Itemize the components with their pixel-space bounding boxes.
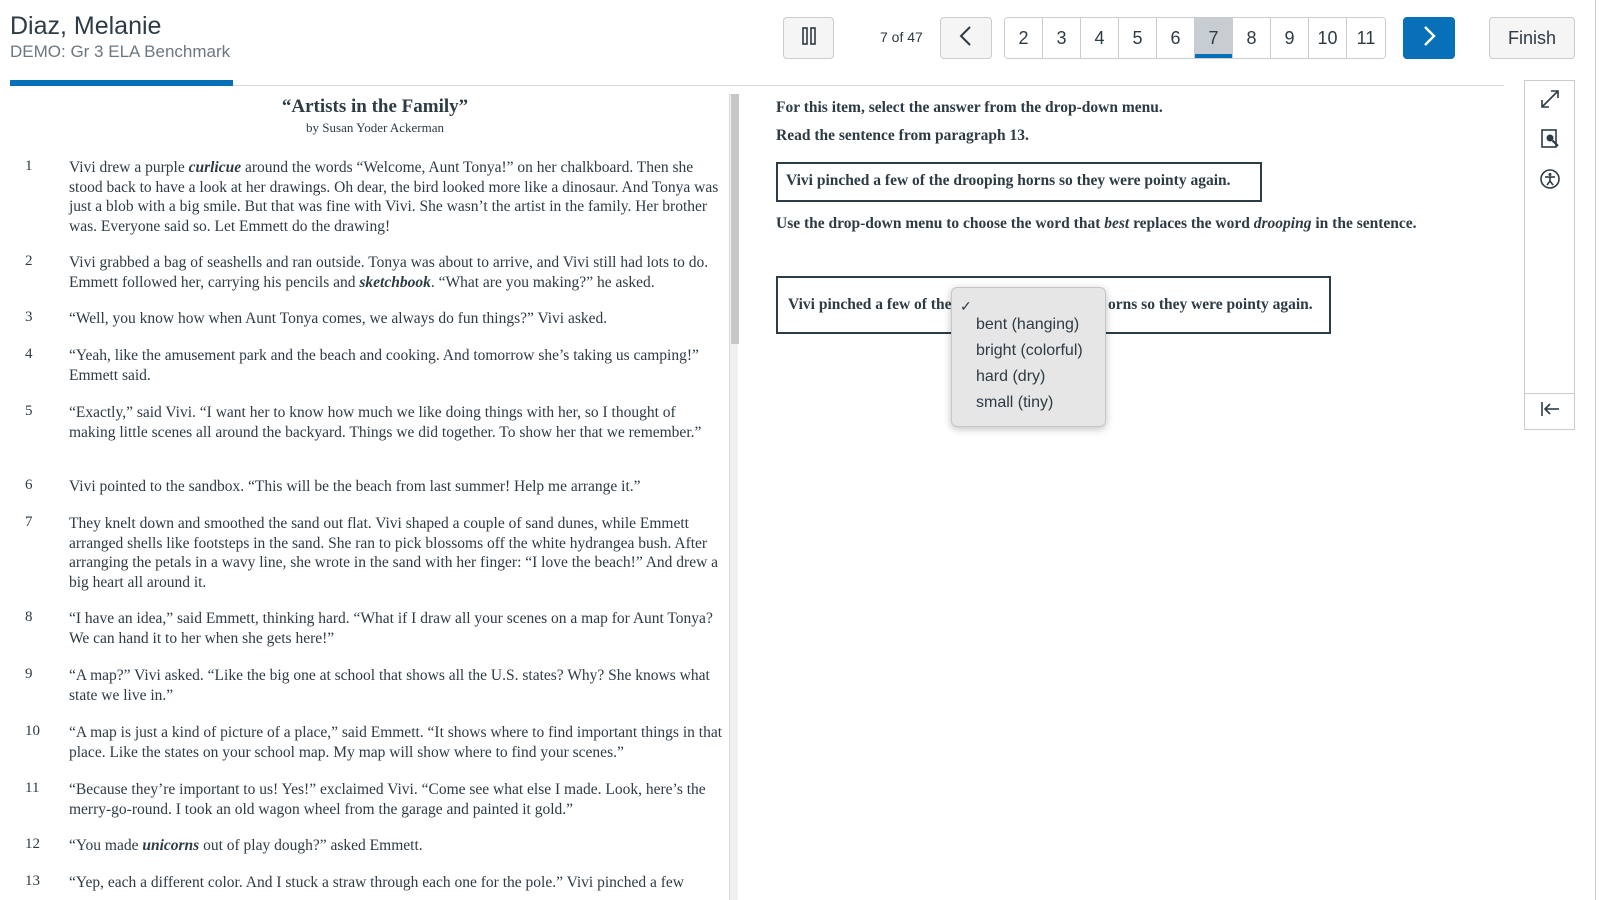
tools-panel [1525,80,1575,430]
page-button-2[interactable]: 2 [1005,18,1043,58]
magnifier-icon [1539,128,1561,155]
paragraph-number: 12 [25,836,40,852]
paragraph-text: “You made unicorns out of play dough?” a… [69,837,423,854]
paragraph-text: Vivi grabbed a bag of seashells and ran … [69,254,709,291]
paragraph-number: 3 [25,309,33,325]
page-button-10[interactable]: 10 [1309,18,1347,58]
passage-title: “Artists in the Family” [281,96,469,117]
paragraph-text: “Exactly,” said Vivi. “I want her to kno… [69,404,702,441]
pause-button[interactable] [783,17,834,59]
paragraph-text: “Because they’re important to us! Yes!” … [69,781,706,818]
paragraph-number: 13 [25,873,40,889]
paragraph-text: “A map is just a kind of picture of a pl… [69,724,723,761]
page-navigation: 2 3 4 5 6 7 8 9 10 11 [1004,17,1386,59]
accessibility-button[interactable] [1538,168,1562,195]
paragraph-number: 10 [25,723,40,739]
paragraph-number: 11 [25,780,40,796]
paragraph-text: “A map?” Vivi asked. “Like the big one a… [69,667,710,704]
magnifier-button[interactable] [1538,128,1562,155]
checkmark-icon: ✓ [960,298,972,314]
passage-scrollbar[interactable] [729,94,739,900]
paragraph-number: 6 [25,477,33,493]
page-button-4[interactable]: 4 [1081,18,1119,58]
previous-button[interactable] [940,17,992,59]
question-read-prompt: Read the sentence from paragraph 13. [776,127,1029,144]
paragraph-text: Vivi drew a purple curlicue around the w… [69,159,719,235]
chevron-left-icon [958,25,974,52]
paragraph-text: “Yeah, like the amusement park and the b… [69,347,699,384]
reading-passage[interactable]: “Artists in the Family” by Susan Yoder A… [0,94,728,900]
page-button-6[interactable]: 6 [1157,18,1195,58]
collapse-panel-icon [1539,398,1561,425]
student-name: Diaz, Melanie [10,12,162,40]
passage-scroll-thumb[interactable] [731,94,739,344]
paragraph-text: “Well, you know how when Aunt Tonya come… [69,310,608,327]
question-instruction: For this item, select the answer from th… [776,99,1163,116]
prompt-suffix: in the sentence. [1311,215,1417,232]
paragraph-text: “I have an idea,” said Emmett, thinking … [69,610,713,647]
finish-button[interactable]: Finish [1489,17,1575,59]
chevron-right-icon [1421,25,1437,52]
paragraph-number: 9 [25,666,33,682]
paragraph-number: 1 [25,158,33,174]
pause-icon [800,26,818,50]
window-edge [1595,0,1596,900]
page-button-9[interactable]: 9 [1271,18,1309,58]
page-button-7-current[interactable]: 7 [1195,18,1233,58]
accessibility-icon [1539,168,1561,195]
progress-track [10,85,1504,86]
dropdown-option-bent[interactable]: bent (hanging) [976,316,1079,334]
paragraph-number: 2 [25,253,33,269]
dropdown-option-hard[interactable]: hard (dry) [976,368,1045,386]
page-button-5[interactable]: 5 [1119,18,1157,58]
page-button-8[interactable]: 8 [1233,18,1271,58]
dropdown-option-small[interactable]: small (tiny) [976,394,1053,412]
dropdown-option-bright[interactable]: bright (colorful) [976,342,1083,360]
page-button-3[interactable]: 3 [1043,18,1081,58]
paragraph-text: They knelt down and smoothed the sand ou… [69,515,719,591]
test-name: DEMO: Gr 3 ELA Benchmark [10,42,231,61]
paragraph-number: 7 [25,514,33,530]
passage-author: by Susan Yoder Ackerman [306,120,444,135]
tools-separator [1525,393,1575,394]
question-prompt: Use the drop-down menu to choose the wor… [776,215,1417,233]
next-button[interactable] [1403,17,1455,59]
question-pane: For this item, select the answer from th… [740,94,1520,900]
prompt-emphasis-drooping: drooping [1253,215,1312,232]
expand-icon [1539,88,1561,115]
quoted-sentence: Vivi pinched a few of the drooping horns… [776,162,1262,202]
page-button-11[interactable]: 11 [1347,18,1385,58]
paragraph-number: 8 [25,609,33,625]
prompt-prefix: Use the drop-down menu to choose the wor… [776,215,1105,232]
paragraph-number: 4 [25,346,33,362]
prompt-middle: replaces the word [1129,215,1254,232]
answer-sentence-end: orns so they were pointy again. [1108,296,1313,313]
page-count: 7 of 47 [880,29,923,45]
prompt-emphasis-best: best [1104,215,1130,232]
paragraph-text: Vivi pointed to the sandbox. “This will … [69,478,641,495]
paragraph-number: 5 [25,403,33,419]
progress-bar-fill [10,80,233,86]
paragraph-text: “Yep, each a different color. And I stuc… [69,874,684,891]
expand-button[interactable] [1538,89,1562,113]
collapse-panel-button[interactable] [1538,399,1562,423]
answer-sentence-start: Vivi pinched a few of the [788,296,952,313]
answer-dropdown-menu[interactable]: ✓ bent (hanging) bright (colorful) hard … [951,287,1106,427]
